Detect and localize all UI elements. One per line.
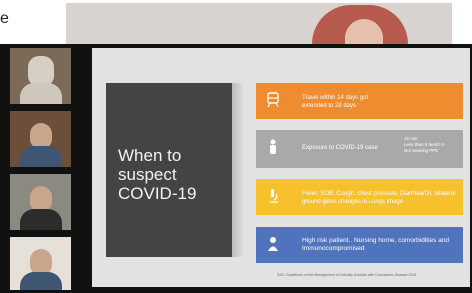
person-icon [270, 139, 276, 154]
participant-head [28, 56, 54, 86]
exposure-detail-3: Not wearing PPE [404, 148, 439, 153]
box-text: Exposure to COVID-19 case [302, 145, 378, 151]
top-fragment-text: e [0, 10, 9, 27]
patient-icon [268, 237, 278, 251]
slide-footer: SSC: Guidelines on the Management of Cri… [277, 273, 417, 277]
panel-shadow [232, 83, 244, 257]
box-text: High risk patient.. Nursing home, comorb… [302, 237, 450, 252]
participant-body [20, 83, 62, 104]
box-text: Travel within 14 days got extended to 28… [302, 95, 369, 109]
participant-tile-4[interactable] [10, 237, 71, 290]
participant-tile-3[interactable] [10, 174, 71, 230]
criteria-box-exposure: Exposure to COVID-19 case 15 min Less th… [256, 130, 463, 168]
microscope-icon [269, 189, 278, 203]
participant-body [20, 209, 62, 230]
exposure-details: 15 min Less than 6 feet/2 m Not wearing … [404, 136, 445, 154]
criteria-box-travel: Travel within 14 days got extended to 28… [256, 83, 463, 119]
criteria-box-high-risk: High risk patient.. Nursing home, comorb… [256, 227, 463, 263]
train-icon [267, 92, 279, 108]
participant-body [20, 272, 62, 290]
participant-tile-2[interactable] [10, 111, 71, 167]
slide-title: When to suspect COVID-19 [118, 146, 197, 203]
shared-slide: When to suspect COVID-19 Travel within 1… [92, 48, 470, 287]
criteria-box-symptoms: Fever, SOB, Cough, chest pressure, Diarr… [256, 179, 463, 215]
participant-body [20, 146, 62, 167]
participant-tile-1[interactable] [10, 48, 71, 104]
box-text: Fever, SOB, Cough, chest pressure, Diarr… [302, 191, 456, 205]
